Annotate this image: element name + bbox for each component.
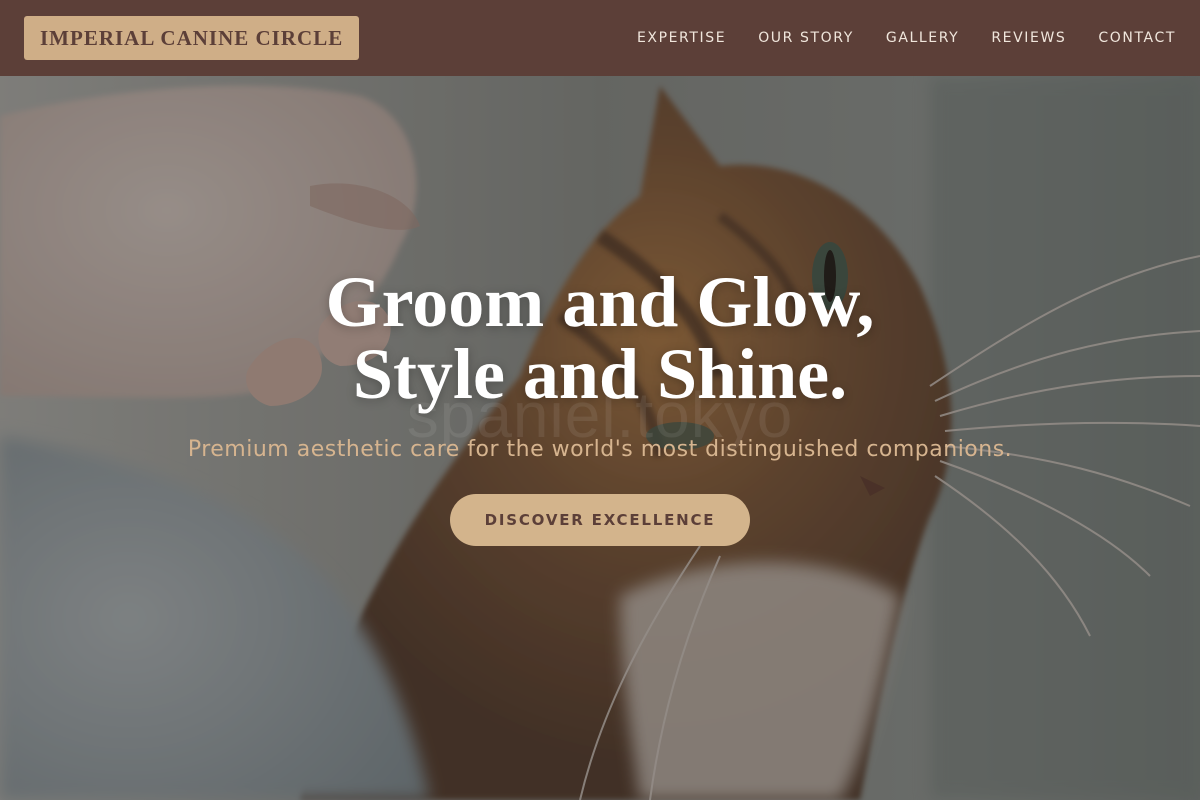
hero-title: Groom and Glow, Style and Shine. [0,266,1200,410]
nav-link-gallery[interactable]: GALLERY [886,30,959,46]
hero-title-line-2: Style and Shine. [352,334,848,414]
nav-link-contact[interactable]: CONTACT [1098,30,1176,46]
nav-link-expertise[interactable]: EXPERTISE [637,30,726,46]
discover-excellence-button[interactable]: DISCOVER EXCELLENCE [450,494,750,546]
brand-logo[interactable]: IMPERIAL CANINE CIRCLE [24,16,360,60]
nav-link-our-story[interactable]: OUR STORY [758,30,854,46]
hero-title-line-1: Groom and Glow, [325,262,875,342]
site-header: IMPERIAL CANINE CIRCLE EXPERTISE OUR STO… [0,0,1200,76]
hero-section: spaniel.tokyo Groom and Glow, Style and … [0,76,1200,800]
nav-link-reviews[interactable]: REVIEWS [991,30,1066,46]
main-nav: EXPERTISE OUR STORY GALLERY REVIEWS CONT… [605,30,1176,46]
hero-subtitle: Premium aesthetic care for the world's m… [187,437,1013,462]
